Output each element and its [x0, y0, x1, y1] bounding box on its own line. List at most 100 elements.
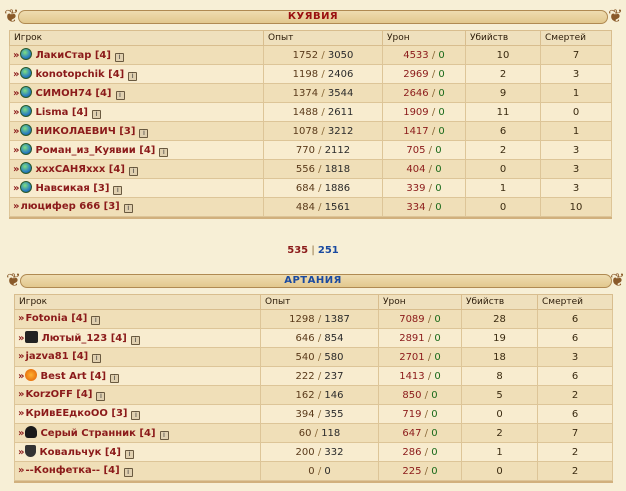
damage-dealt: 1417	[403, 125, 429, 137]
globe-clan-icon	[20, 86, 33, 98]
exp-separator: /	[317, 446, 322, 458]
player-name-link[interactable]: Best Art [4]	[40, 371, 106, 382]
globe-clan-icon	[20, 143, 33, 155]
damage-separator: /	[424, 389, 429, 401]
player-info-icon[interactable]: i	[130, 336, 140, 345]
deaths-cell: 6	[537, 309, 613, 329]
table-row: » Роман_из_Куявии [4] i 770 / 2112 705 / 023	[9, 140, 612, 160]
player-name-link[interactable]: Лютый_123 [4]	[41, 333, 126, 344]
player-name-link[interactable]: Навсикая [3]	[35, 183, 109, 194]
exp-total: 237	[324, 370, 344, 382]
player-cell: » xxxСАНЯxxx [4] i	[9, 159, 264, 179]
player-name-link[interactable]: jazva81 [4]	[25, 351, 88, 362]
damage-cell: 1909 / 0	[382, 102, 466, 122]
exp-separator: /	[321, 106, 325, 118]
player-name-link[interactable]: Lisma [4]	[35, 107, 88, 118]
player-name-link[interactable]: Ковальчук [4]	[39, 447, 121, 458]
player-name-link[interactable]: ЛакиСтар [4]	[35, 50, 110, 61]
deaths-cell: 1	[540, 121, 612, 141]
damage-extra: 0	[435, 163, 442, 175]
player-info-icon[interactable]: i	[159, 431, 169, 440]
arrow-icon: »	[13, 145, 20, 156]
table-row: » Лютый_123 [4] i 646 / 854 2891 / 0 19 6	[14, 328, 613, 348]
player-name-link[interactable]: Серый Странник [4]	[40, 428, 155, 439]
player-info-icon[interactable]: i	[113, 186, 123, 195]
kills-cell: 0	[461, 404, 538, 424]
player-name-link[interactable]: Роман_из_Куявии [4]	[35, 145, 155, 156]
exp-separator: /	[318, 163, 322, 175]
col-player: Игрок	[14, 294, 261, 310]
player-info-icon[interactable]: i	[91, 110, 101, 119]
player-name-link[interactable]: KorzOFF [4]	[25, 389, 92, 400]
player-name-link[interactable]: НИКОЛАЕВИЧ [3]	[35, 126, 135, 137]
damage-cell: 2891 / 0	[378, 328, 462, 348]
deaths-cell: 3	[540, 178, 612, 198]
player-name-link[interactable]: люцифер 666 [3]	[20, 201, 119, 212]
total-kuyaviya: 535	[287, 245, 309, 256]
player-info-icon[interactable]: i	[110, 374, 120, 383]
damage-cell: 850 / 0	[378, 385, 462, 405]
arrow-icon: »	[18, 447, 25, 458]
exp-total: 1886	[324, 182, 351, 194]
player-name-link[interactable]: СИМОН74 [4]	[35, 88, 111, 99]
team-banner: ❦ АРТАНИЯ ❦	[0, 270, 626, 292]
player-cell: » konotopchik [4] i	[9, 64, 264, 84]
exp-cell: 0 / 0	[260, 461, 379, 481]
exp-gained: 684	[295, 182, 315, 194]
player-info-icon[interactable]: i	[128, 72, 138, 81]
table-row: » jazva81 [4] i 540 / 580 2701 / 0 18 3	[14, 347, 613, 367]
exp-cell: 1198 / 2406	[263, 64, 383, 84]
player-info-icon[interactable]: i	[92, 354, 102, 363]
total-artania: 251	[317, 245, 339, 256]
table-row: » Best Art [4] i 222 / 237 1413 / 086	[14, 366, 613, 386]
deaths-cell: 10	[540, 197, 612, 217]
player-info-icon[interactable]: i	[114, 53, 124, 62]
player-info-icon[interactable]: i	[123, 204, 133, 213]
damage-separator: /	[427, 370, 432, 382]
col-deaths: Смертей	[540, 30, 612, 46]
damage-separator: /	[431, 87, 436, 99]
player-info-icon[interactable]: i	[131, 411, 141, 420]
stats-table: Игрок Опыт Урон Убийств Смертей » ЛакиСта…	[9, 30, 612, 217]
kills-cell: 10	[465, 45, 541, 65]
player-info-icon[interactable]: i	[125, 450, 134, 459]
arrow-icon: »	[18, 313, 25, 324]
player-info-icon[interactable]: i	[159, 148, 169, 157]
player-info-icon[interactable]: i	[91, 316, 101, 325]
kills-cell: 5	[461, 385, 538, 405]
damage-separator: /	[424, 408, 429, 420]
kills-cell: 19	[461, 328, 538, 348]
player-cell: » СИМОН74 [4] i	[9, 83, 264, 103]
player-cell: » --Конфетка-- [4] i	[14, 461, 261, 481]
exp-cell: 684 / 1886	[263, 178, 383, 198]
table-row: » НИКОЛАЕВИЧ [3] i 1078 / 3212 1417 / 061	[9, 121, 612, 141]
damage-dealt: 850	[402, 389, 422, 401]
damage-extra: 0	[431, 427, 438, 439]
damage-extra: 0	[434, 313, 441, 325]
exp-separator: /	[321, 49, 325, 61]
player-info-icon[interactable]: i	[123, 468, 133, 477]
kills-cell: 6	[465, 121, 541, 141]
damage-extra: 0	[431, 446, 438, 458]
table-row: » konotopchik [4] i 1198 / 2406 2969 / 023	[9, 64, 612, 84]
table-row: » Fotonia [4] i 1298 / 1387 7089 / 0 28 6	[14, 309, 613, 329]
damage-dealt: 334	[406, 201, 426, 213]
col-deaths: Смертей	[537, 294, 613, 310]
player-info-icon[interactable]: i	[115, 91, 125, 100]
arrow-icon: »	[13, 183, 20, 194]
exp-total: 0	[324, 465, 331, 477]
player-name-link[interactable]: --Конфетка-- [4]	[25, 465, 119, 476]
player-name-link[interactable]: КрИвЕЕдкоОО [3]	[25, 408, 127, 419]
player-name-link[interactable]: Fotonia [4]	[25, 313, 87, 324]
player-name-link[interactable]: konotopchik [4]	[35, 69, 124, 80]
player-info-icon[interactable]: i	[139, 129, 149, 138]
player-info-icon[interactable]: i	[128, 167, 138, 176]
exp-total: 2112	[324, 144, 351, 156]
globe-clan-icon	[20, 105, 33, 117]
arrow-icon: »	[13, 69, 20, 80]
player-cell: » НИКОЛАЕВИЧ [3] i	[9, 121, 264, 141]
deaths-cell: 6	[537, 366, 613, 386]
player-info-icon[interactable]: i	[96, 392, 106, 401]
exp-separator: /	[321, 125, 325, 137]
player-name-link[interactable]: xxxСАНЯxxx [4]	[35, 164, 124, 175]
